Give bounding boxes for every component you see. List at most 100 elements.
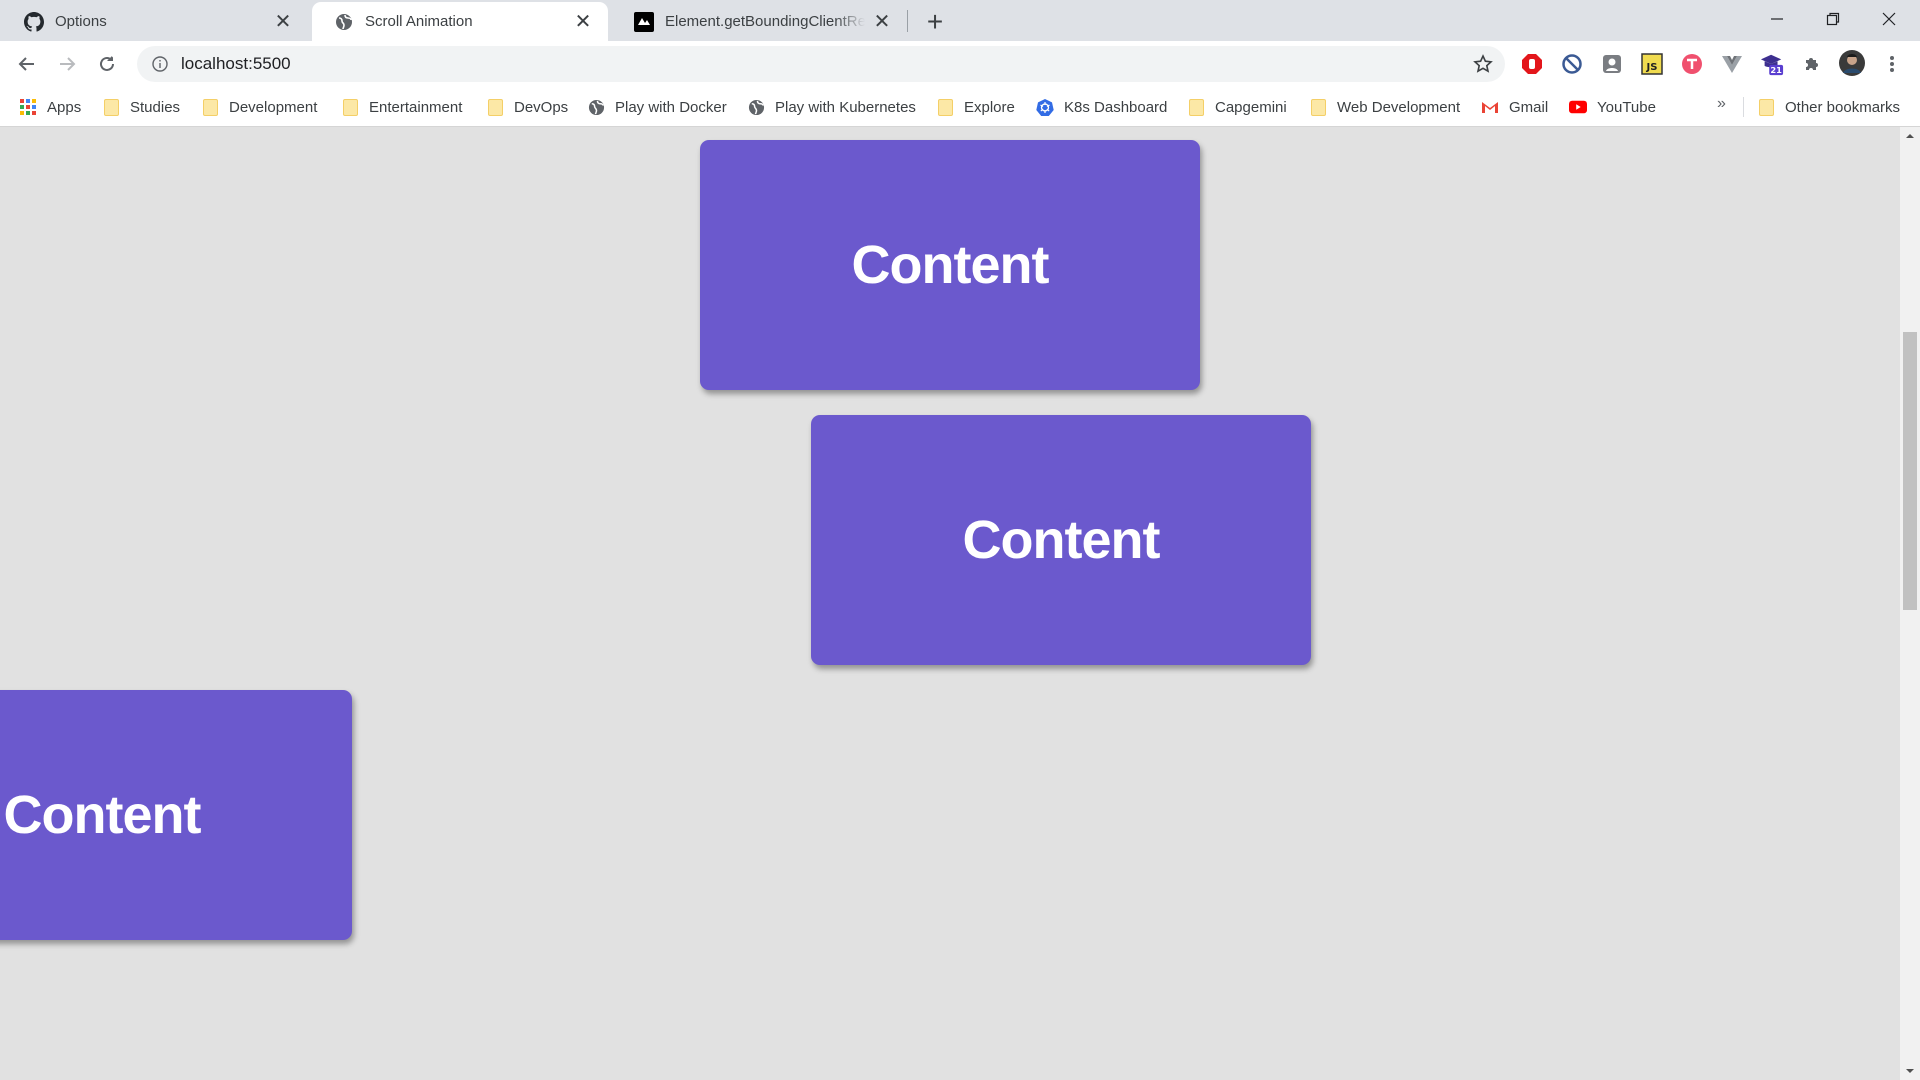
forward-arrow-icon: [60, 57, 76, 71]
bookmark-entertainment[interactable]: Entertainment: [341, 95, 462, 119]
gmail-icon: [1481, 98, 1499, 116]
puzzle-icon[interactable]: [1800, 52, 1824, 76]
close-icon[interactable]: ✕: [572, 11, 594, 33]
browser-toolbar: localhost:5500 JS 21: [0, 41, 1920, 87]
bookmarks-divider: [1743, 97, 1744, 117]
new-tab-button[interactable]: +: [919, 6, 951, 38]
bookmark-label: Gmail: [1509, 98, 1549, 116]
folder-icon: [1309, 98, 1327, 116]
close-window-button[interactable]: [1861, 0, 1917, 38]
reload-icon: [100, 56, 114, 71]
folder-icon: [486, 98, 504, 116]
scroll-down-arrow-icon[interactable]: [1900, 1063, 1920, 1080]
kubernetes-icon: [1036, 98, 1054, 116]
folder-icon: [201, 98, 219, 116]
site-info-icon[interactable]: [151, 55, 169, 73]
page-viewport: Content Content Content: [0, 127, 1900, 1080]
scrollbar-thumb[interactable]: [1903, 332, 1917, 610]
github-icon: [24, 11, 44, 32]
bookmarks-bar: Apps Studies Development Entertainment D…: [0, 87, 1920, 127]
content-heading: Content: [962, 510, 1161, 570]
back-button[interactable]: [10, 47, 44, 81]
tampermonkey-icon[interactable]: [1680, 52, 1704, 76]
bookmark-star-icon[interactable]: [1473, 54, 1493, 74]
tab-scroll-animation[interactable]: Scroll Animation ✕: [312, 2, 608, 41]
folder-icon: [102, 98, 120, 116]
bookmark-other-bookmarks[interactable]: Other bookmarks: [1757, 95, 1900, 119]
url-text: localhost:5500: [181, 54, 291, 73]
tab-separator: [907, 10, 908, 32]
bookmarks-overflow-button[interactable]: »: [1717, 95, 1726, 113]
tab-options[interactable]: Options ✕: [2, 2, 308, 41]
content-heading: Content: [851, 235, 1050, 295]
bookmark-label: YouTube: [1597, 98, 1656, 116]
close-window-icon: [1882, 12, 1896, 26]
menu-icon[interactable]: [1880, 52, 1904, 76]
folder-icon: [1757, 98, 1775, 116]
bookmark-studies[interactable]: Studies: [102, 95, 180, 119]
tab-title: Scroll Animation: [365, 13, 473, 30]
content-box: Content: [811, 415, 1311, 665]
bookmark-k8s-dashboard[interactable]: K8s Dashboard: [1036, 95, 1167, 119]
extension-icon[interactable]: [1600, 52, 1624, 76]
scroll-up-arrow-icon[interactable]: [1900, 127, 1920, 144]
bookmark-label: DevOps: [514, 98, 569, 116]
globe-icon: [587, 98, 605, 116]
bookmark-label: Explore: [964, 98, 1015, 116]
apps-grid-icon: [19, 98, 37, 116]
extension-badge: 21: [1770, 65, 1782, 75]
bookmark-label: Play with Docker: [615, 98, 727, 116]
adblock-icon[interactable]: [1520, 52, 1544, 76]
bookmark-label: Other bookmarks: [1785, 98, 1901, 116]
folder-icon: [1187, 98, 1205, 116]
tab-strip: Options ✕ Scroll Animation ✕ Element.get…: [0, 0, 1920, 41]
restore-icon: [1826, 12, 1840, 26]
bookmark-web-development[interactable]: Web Development: [1309, 95, 1460, 119]
bookmark-label: Apps: [47, 98, 82, 116]
content-box: Content: [0, 690, 352, 940]
youtube-icon: [1569, 98, 1587, 116]
bookmark-development[interactable]: Development: [201, 95, 317, 119]
minimize-button[interactable]: [1749, 0, 1805, 38]
bookmark-label: Play with Kubernetes: [775, 98, 916, 116]
mdn-icon: [634, 11, 654, 32]
bookmark-devops[interactable]: DevOps: [486, 95, 568, 119]
bookmark-youtube[interactable]: YouTube: [1569, 95, 1656, 119]
graduation-cap-icon[interactable]: 21: [1760, 52, 1784, 76]
folder-icon: [341, 98, 359, 116]
folder-icon: [936, 98, 954, 116]
bookmark-label: Capgemini: [1215, 98, 1287, 116]
js-icon[interactable]: JS: [1640, 52, 1664, 76]
bookmark-play-with-docker[interactable]: Play with Docker: [587, 95, 727, 119]
tab-title: Options: [55, 13, 107, 30]
blocker-icon[interactable]: [1560, 52, 1584, 76]
bookmark-explore[interactable]: Explore: [936, 95, 1015, 119]
back-arrow-icon: [18, 57, 34, 71]
close-icon[interactable]: ✕: [871, 11, 893, 33]
bookmark-label: Entertainment: [369, 98, 463, 116]
vue-devtools-icon[interactable]: [1720, 52, 1744, 76]
tab-bounding-client-rect[interactable]: Element.getBoundingClientRect() ✕: [612, 2, 907, 41]
forward-button[interactable]: [50, 47, 84, 81]
bookmark-label: Development: [229, 98, 318, 116]
bookmark-label: K8s Dashboard: [1064, 98, 1168, 116]
svg-text:JS: JS: [1646, 62, 1658, 73]
restore-button[interactable]: [1805, 0, 1861, 38]
content-box: Content: [700, 140, 1200, 390]
bookmark-capgemini[interactable]: Capgemini: [1187, 95, 1287, 119]
minimize-icon: [1771, 18, 1783, 20]
bookmark-label: Studies: [130, 98, 181, 116]
bookmark-label: Web Development: [1337, 98, 1461, 116]
bookmark-play-with-kubernetes[interactable]: Play with Kubernetes: [747, 95, 916, 119]
address-bar[interactable]: localhost:5500: [137, 46, 1505, 82]
vertical-scrollbar[interactable]: [1900, 127, 1920, 1080]
close-icon[interactable]: ✕: [272, 11, 294, 33]
profile-avatar[interactable]: [1838, 49, 1866, 77]
globe-icon: [747, 98, 765, 116]
bookmark-apps[interactable]: Apps: [19, 95, 81, 119]
tab-title: Element.getBoundingClientRect(): [665, 13, 865, 30]
bookmark-gmail[interactable]: Gmail: [1481, 95, 1548, 119]
reload-button[interactable]: [90, 47, 124, 81]
globe-icon: [334, 12, 354, 32]
content-heading: Content: [3, 785, 202, 845]
